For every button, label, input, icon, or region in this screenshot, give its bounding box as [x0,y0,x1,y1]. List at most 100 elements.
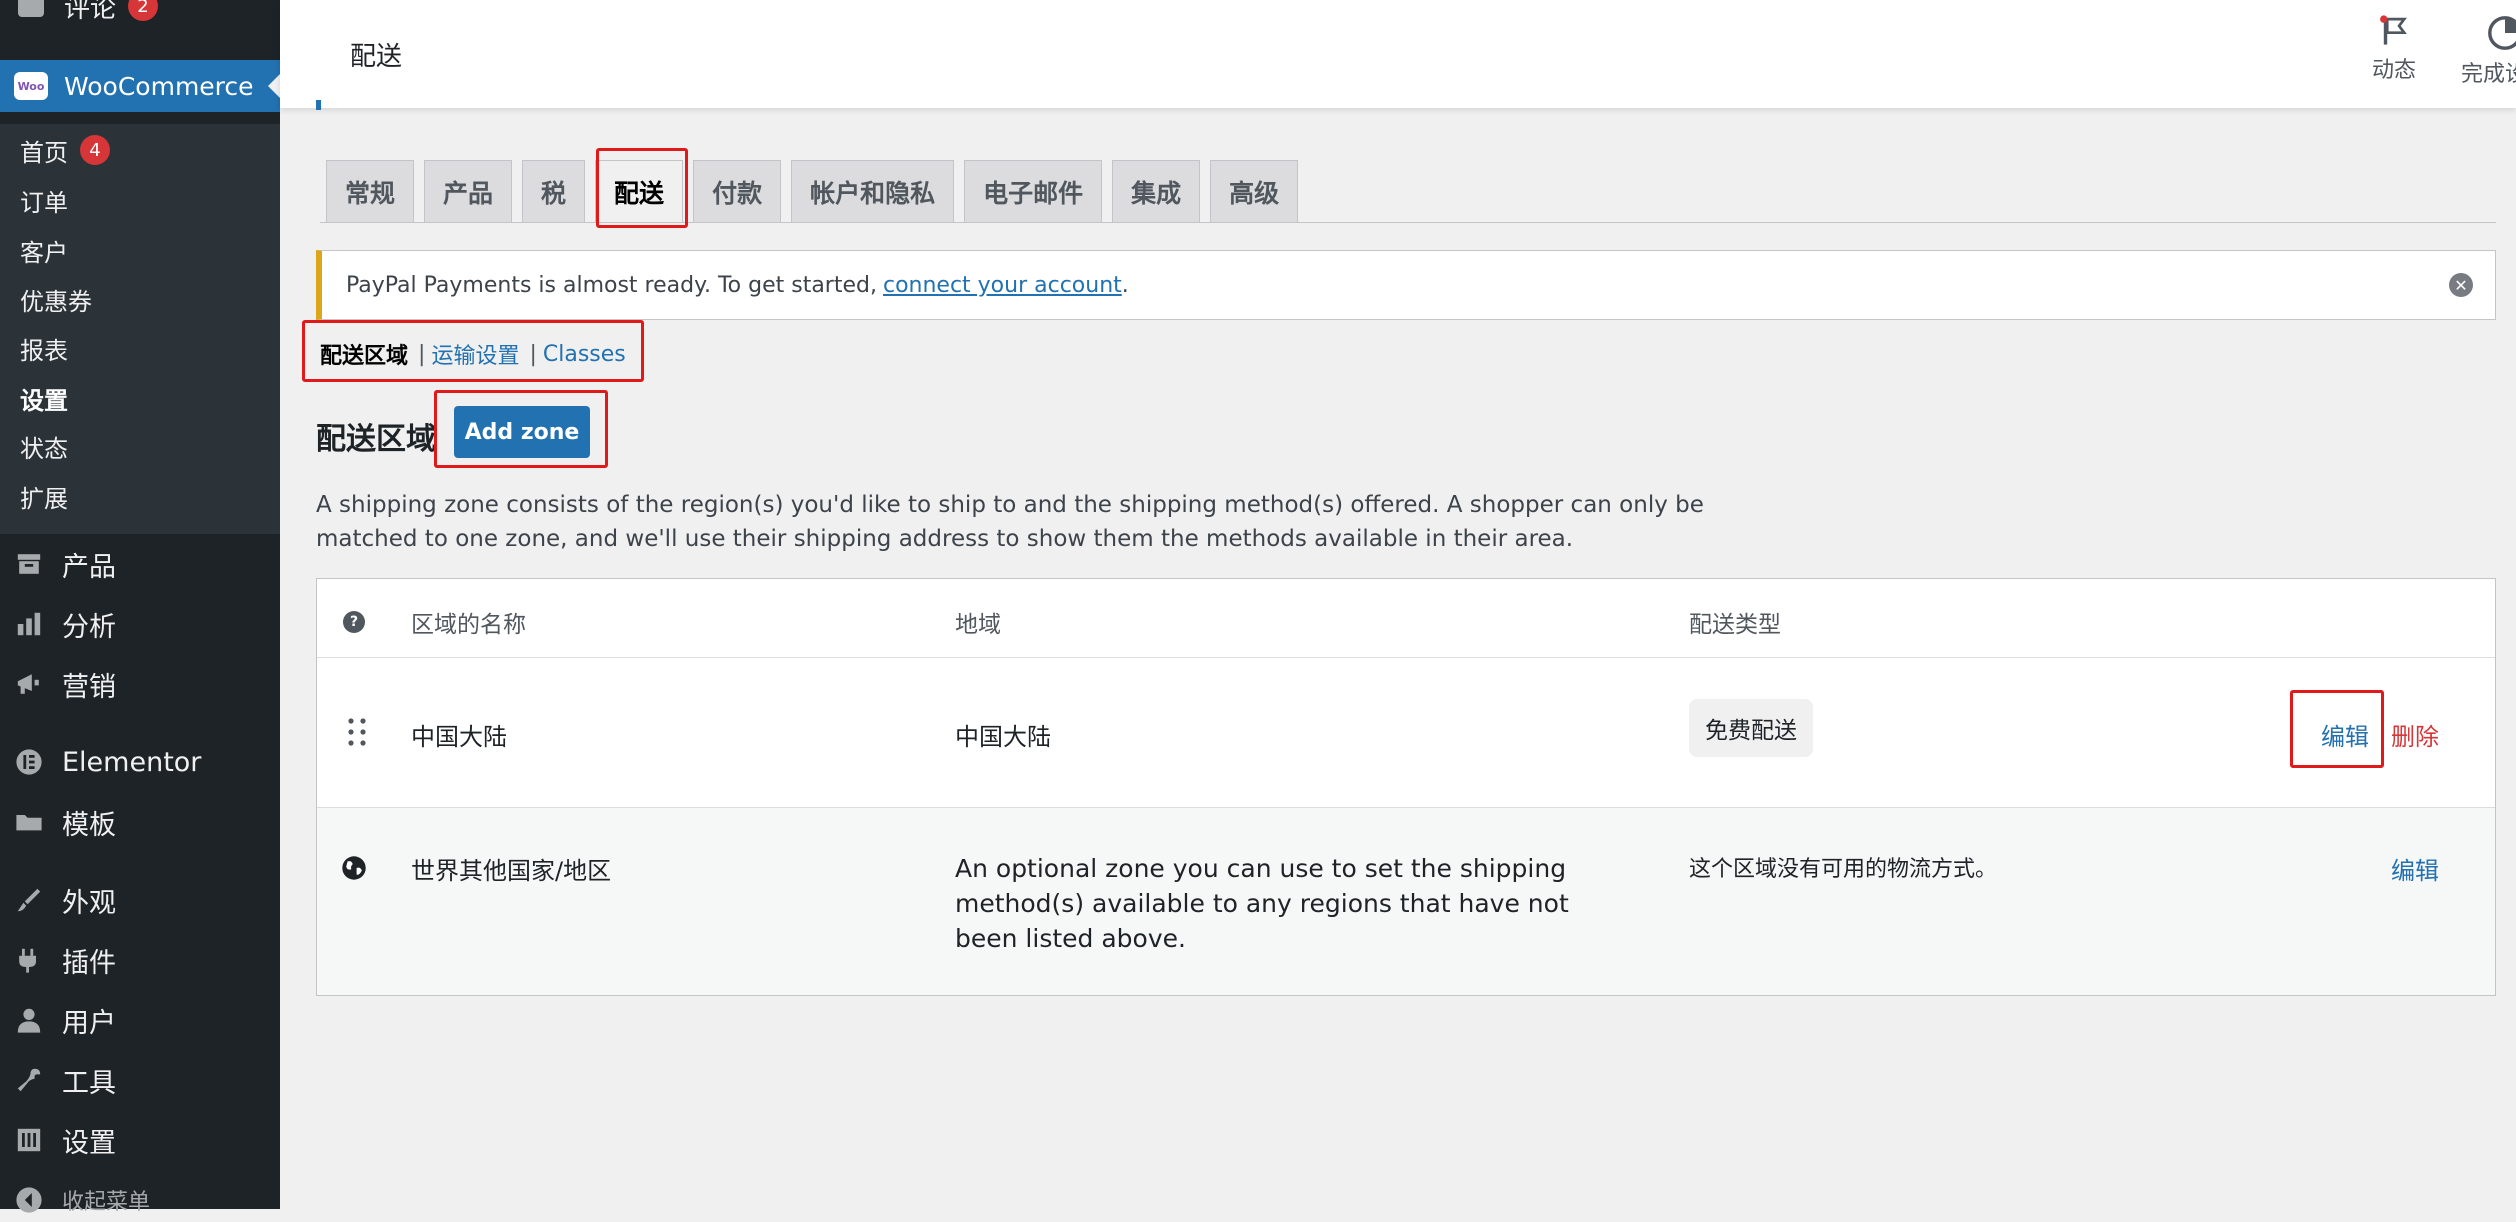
active-menu-notch [268,74,280,98]
tab-integration[interactable]: 集成 [1112,160,1201,222]
tab-tax[interactable]: 税 [522,160,586,222]
sidebar-item-label: 营销 [62,671,116,703]
sidebar-item-tools[interactable]: 工具 [14,1058,116,1102]
delete-zone-link[interactable]: 删除 [2391,717,2439,752]
sidebar-item-label: WooCommerce [64,71,254,101]
help-icon[interactable]: ? [343,611,365,633]
shipping-method-badge: 免费配送 [1689,699,1813,757]
add-zone-button[interactable]: Add zone [454,406,590,458]
submenu-item-orders[interactable]: 订单 [20,180,68,220]
column-header-name: 区域的名称 [411,612,526,638]
subnav-separator: | [529,341,537,367]
submenu-item-status[interactable]: 状态 [20,426,68,466]
notice-end: . [1121,272,1129,298]
row-divider [317,807,2495,808]
edit-zone-link[interactable]: 编辑 [2321,717,2369,752]
zones-heading: 配送区域 [316,422,436,457]
edit-zone-link[interactable]: 编辑 [2391,851,2439,886]
sidebar-item-users[interactable]: 用户 [14,998,116,1042]
tab-advanced[interactable]: 高级 [1210,160,1299,222]
sidebar-item-label: 外观 [62,887,116,919]
globe-icon [341,855,367,885]
submenu-item-settings[interactable]: 设置 [20,378,68,418]
sidebar-item-label: 评论 [64,0,117,24]
column-header-region: 地域 [955,612,1001,638]
sidebar-item-label: 模板 [62,809,116,841]
page-header: 配送 动态 完成设置 [280,0,2516,108]
paypal-notice: PayPal Payments is almost ready. To get … [316,250,2496,320]
bar-chart-icon [14,611,44,637]
wrench-icon [14,1067,44,1093]
user-icon [14,1007,44,1033]
drag-handle-icon[interactable] [347,717,367,751]
sidebar-item-label: 产品 [62,551,116,583]
sidebar-item-label: 收起菜单 [62,1190,151,1215]
sidebar-item-label: Elementor [62,746,202,778]
subnav-separator: | [418,341,426,367]
tab-products[interactable]: 产品 [424,160,513,222]
submenu-item-home[interactable]: 首页 4 [20,130,110,170]
admin-sidebar: 评论 2 Woo WooCommerce 首页 4 订单 客户 优惠券 报表 设… [0,0,280,1215]
sidebar-item-elementor[interactable]: Elementor [14,740,201,784]
finish-setup-button[interactable]: 完成设置 [2430,14,2516,88]
submenu-item-reports[interactable]: 报表 [20,328,68,368]
sidebar-item-label: 用户 [62,1007,116,1039]
header-accent [316,100,321,110]
comments-count-badge: 2 [128,0,159,21]
shipping-subnav: 配送区域 | 运输设置 | Classes [320,338,626,370]
table-row: 世界其他国家/地区 An optional zone you can use t… [317,807,2495,995]
submenu-item-customers[interactable]: 客户 [20,230,68,270]
collapse-icon [14,1187,44,1213]
sidebar-item-templates[interactable]: 模板 [14,800,116,844]
close-icon: ✕ [2454,275,2468,295]
submenu-label: 首页 [20,138,68,167]
sidebar-item-settings[interactable]: 设置 [14,1118,116,1162]
dismiss-notice-button[interactable]: ✕ [2449,273,2473,297]
submenu-item-extensions[interactable]: 扩展 [20,476,68,516]
subnav-shipping-options[interactable]: 运输设置 [431,338,519,370]
settings-icon [14,1127,44,1153]
activity-label: 动态 [2371,58,2416,83]
submenu-item-coupons[interactable]: 优惠券 [20,279,92,319]
tab-emails[interactable]: 电子邮件 [964,160,1103,222]
sidebar-item-appearance[interactable]: 外观 [14,878,116,922]
home-count-badge: 4 [80,135,110,165]
sidebar-collapse-menu[interactable]: 收起菜单 [14,1178,150,1222]
subnav-shipping-zones[interactable]: 配送区域 [320,338,408,370]
shipping-zones-table: ? 区域的名称 地域 配送类型 中国大陆 中国大陆 免费配送 编辑 删除 世界其… [316,578,2496,996]
tab-general[interactable]: 常规 [326,160,415,222]
sidebar-item-woocommerce[interactable]: Woo WooCommerce [0,60,280,112]
header-divider [317,657,2495,658]
notice-text: PayPal Payments is almost ready. To get … [346,272,877,298]
tab-shipping[interactable]: 配送 [595,160,684,222]
zone-name[interactable]: 世界其他国家/地区 [411,851,611,886]
sidebar-item-label: 分析 [62,611,116,643]
column-header-methods: 配送类型 [1689,612,1781,638]
sidebar-item-plugins[interactable]: 插件 [14,938,116,982]
sidebar-item-marketing[interactable]: 营销 [14,662,116,706]
zone-name[interactable]: 中国大陆 [411,717,507,752]
sidebar-item-products[interactable]: 产品 [14,542,116,586]
finish-setup-label: 完成设置 [2460,62,2516,87]
sidebar-item-label: 工具 [62,1067,116,1099]
woocommerce-icon: Woo [14,72,48,100]
tab-payments[interactable]: 付款 [693,160,782,222]
connect-account-link[interactable]: connect your account [883,273,1122,298]
plug-icon [14,947,44,973]
archive-icon [14,551,44,577]
sidebar-item-analytics[interactable]: 分析 [14,602,116,646]
brush-icon [14,887,44,913]
tabs-divider [320,222,2496,223]
woocommerce-submenu: 首页 4 订单 客户 优惠券 报表 设置 状态 扩展 [0,124,280,534]
zone-region: 中国大陆 [955,723,1051,751]
subnav-classes[interactable]: Classes [543,342,626,367]
sidebar-item-comments[interactable]: 评论 2 [18,0,159,26]
zones-description: A shipping zone consists of the region(s… [316,492,1704,552]
folder-icon [14,809,44,835]
settings-tabs: 常规 产品 税 配送 付款 帐户和隐私 电子邮件 集成 高级 [326,160,1308,222]
page-title: 配送 [350,42,403,72]
sidebar-item-label: 插件 [62,947,116,979]
tab-accounts-privacy[interactable]: 帐户和隐私 [791,160,955,222]
progress-icon [2488,16,2516,50]
zone-region: An optional zone you can use to set the … [955,854,1569,953]
